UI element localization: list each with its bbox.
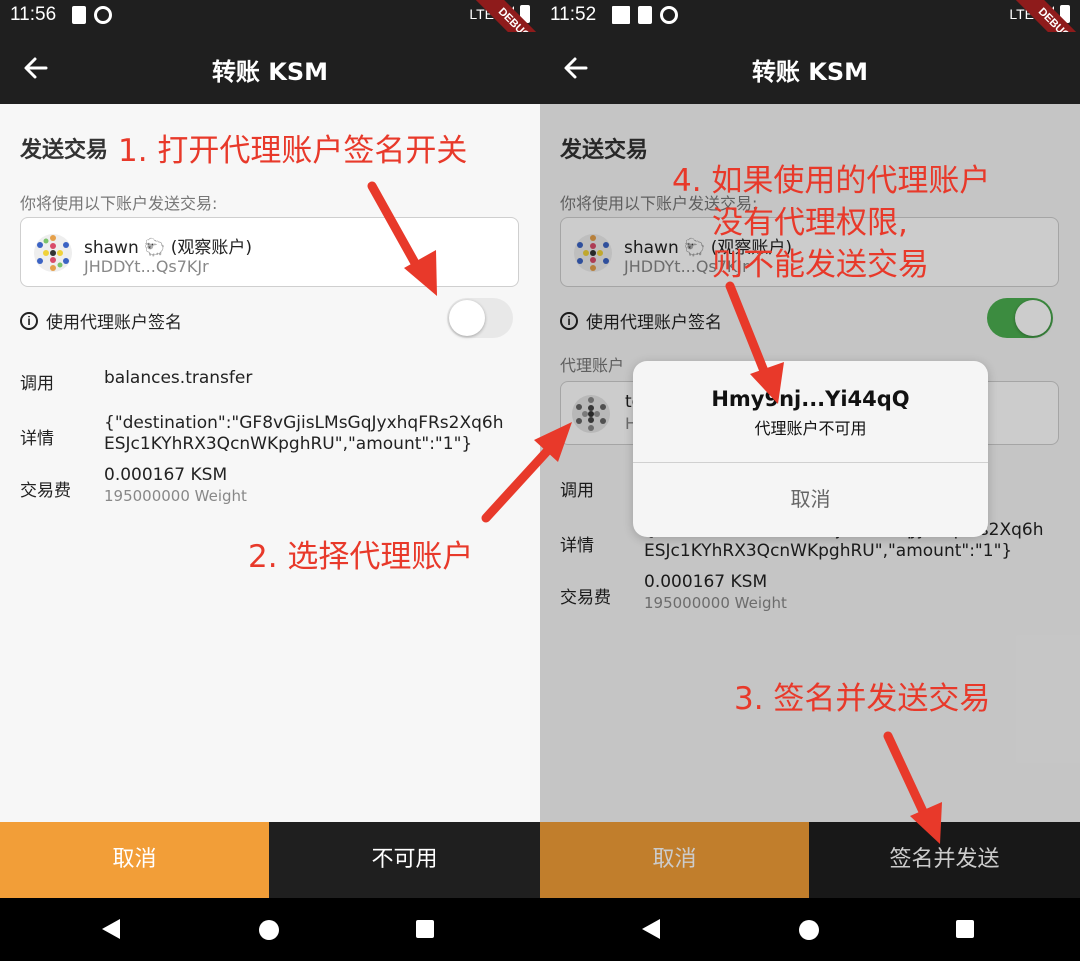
sd-card-icon <box>72 6 86 24</box>
sender-account-address: JHDDYt...Qs7KJr <box>84 257 209 276</box>
status-time: 11:52 <box>550 4 597 25</box>
fee-value: 0.000167 KSM <box>104 465 228 485</box>
status-bar: 11:52 LTE DEBUG <box>540 0 1080 74</box>
nav-back-icon[interactable] <box>642 919 660 939</box>
cancel-button[interactable]: 取消 <box>0 822 269 898</box>
details-value-line1: {"destination":"GF8vGjisLMsGqJyxhqFRs2Xq… <box>104 413 504 433</box>
details-label: 详情 <box>20 429 54 449</box>
notification-icon <box>612 6 630 24</box>
dialog-message: 代理账户不可用 <box>754 419 867 438</box>
nav-back-icon[interactable] <box>102 919 120 939</box>
sender-account-card[interactable]: shawn 🐑 (观察账户) JHDDYt...Qs7KJr <box>20 217 519 287</box>
sender-account-name: shawn 🐑 (观察账户) <box>84 238 252 258</box>
nav-recent-icon[interactable] <box>956 920 974 938</box>
status-icons-left <box>612 6 678 24</box>
app-bar: 转账 KSM <box>0 32 540 104</box>
details-value-line2: ESJc1KYhRX3QcnWKpghRU","amount":"1"} <box>104 434 473 454</box>
fee-label: 交易费 <box>20 481 71 501</box>
screen-left: 11:56 LTE DEBUG 转账 KSM 发送交易 你将使用以下账户发送交易… <box>0 0 540 961</box>
dialog-cancel-button[interactable]: 取消 <box>633 462 988 537</box>
fee-weight: 195000000 Weight <box>104 487 247 505</box>
nav-recent-icon[interactable] <box>416 920 434 938</box>
call-label: 调用 <box>20 374 54 394</box>
android-nav-bar <box>0 898 540 961</box>
app-bar: 转账 KSM <box>540 32 1080 104</box>
status-bar: 11:56 LTE DEBUG <box>0 0 540 74</box>
sender-hint: 你将使用以下账户发送交易: <box>20 194 218 213</box>
sync-icon <box>660 6 678 24</box>
bottom-action-bar: 取消 不可用 <box>0 822 540 898</box>
page-title: 转账 KSM <box>211 58 329 86</box>
section-title: 发送交易 <box>20 138 109 163</box>
status-time: 11:56 <box>10 4 57 25</box>
call-value: balances.transfer <box>104 368 253 388</box>
transfer-form: 发送交易 你将使用以下账户发送交易: shawn 🐑 (观察账户) JHDDYt… <box>0 104 540 822</box>
info-icon[interactable]: i <box>20 311 38 330</box>
toggle-knob <box>449 300 485 336</box>
proxy-sign-toggle[interactable] <box>447 298 513 338</box>
nav-home-icon[interactable] <box>799 920 819 940</box>
proxy-sign-row: i 使用代理账户签名 <box>20 308 182 333</box>
proxy-sign-label: 使用代理账户签名 <box>46 313 182 333</box>
android-nav-bar <box>540 898 1080 961</box>
status-icons-left <box>72 6 112 24</box>
proxy-unavailable-dialog: Hmy9nj...Yi44qQ 代理账户不可用 取消 <box>633 361 988 537</box>
unavailable-button[interactable]: 不可用 <box>269 822 540 898</box>
nav-home-icon[interactable] <box>259 920 279 940</box>
dialog-title: Hmy9nj...Yi44qQ <box>711 387 910 411</box>
sync-icon <box>94 6 112 24</box>
screen-right: 11:52 LTE DEBUG 转账 KSM 发送交易 你将使用以下账户发送交易… <box>540 0 1080 961</box>
page-title: 转账 KSM <box>751 58 869 86</box>
sd-card-icon <box>638 6 652 24</box>
identicon <box>34 234 72 272</box>
